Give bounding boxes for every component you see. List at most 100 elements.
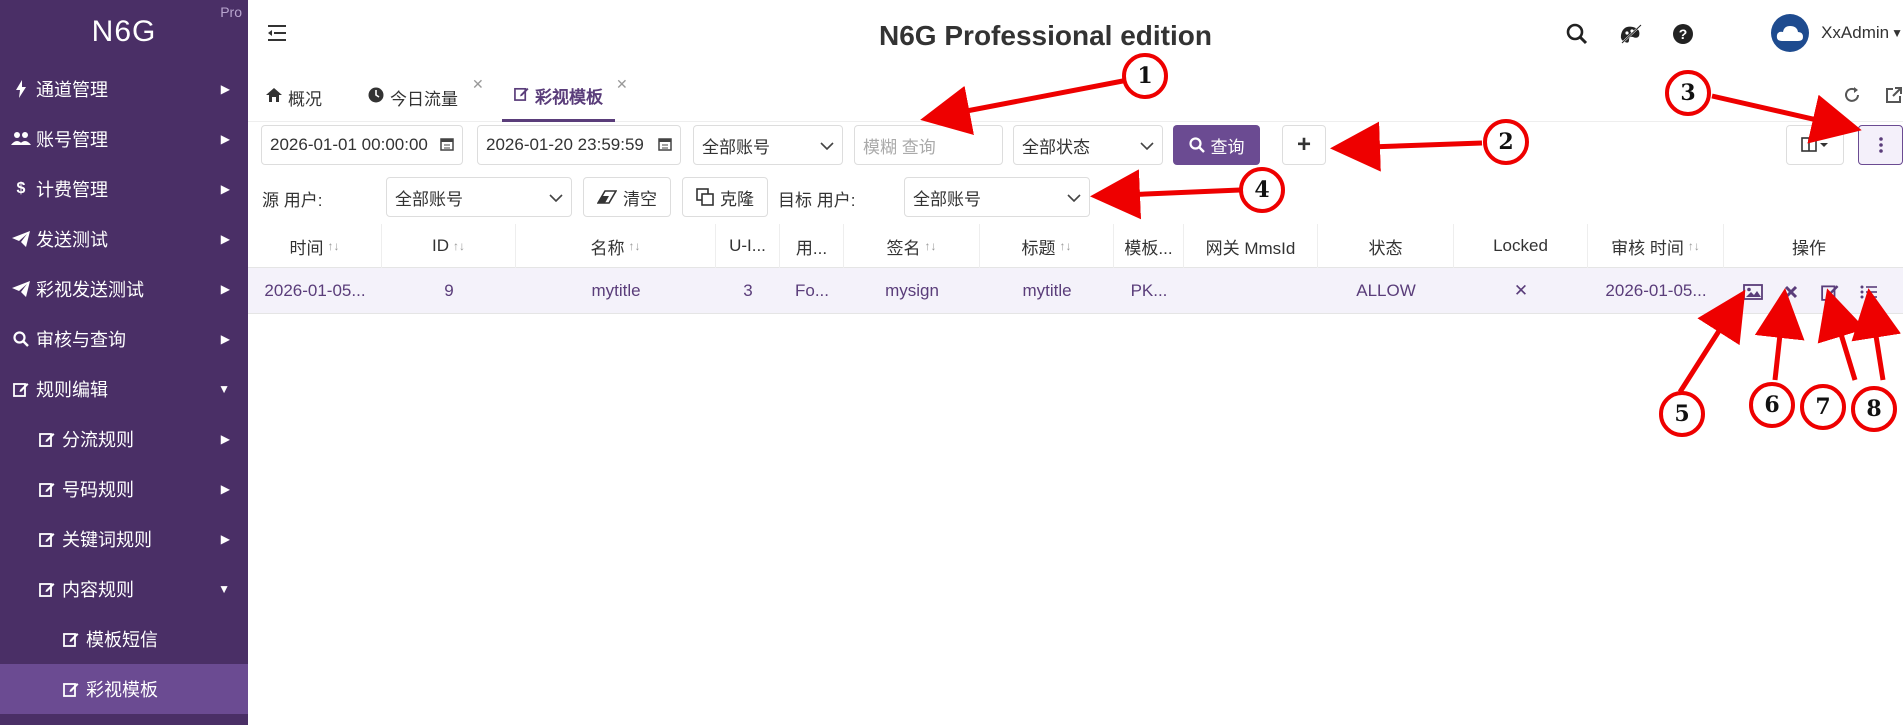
callout-3: 3 xyxy=(1665,70,1711,116)
col-header-status[interactable]: 状态 xyxy=(1318,224,1454,268)
source-user-select[interactable]: 全部账号 xyxy=(386,177,572,217)
clear-button-label: 清空 xyxy=(623,189,657,209)
calendar-icon xyxy=(658,137,672,154)
tab-label: 今日流量 xyxy=(390,89,458,109)
search-input[interactable]: 模糊 查询 xyxy=(854,125,1003,165)
chevron-down-icon xyxy=(1067,189,1081,205)
sidebar-item-accounts[interactable]: 账号管理 ▶ xyxy=(0,114,248,164)
start-time-field[interactable]: 2026-01-01 00:00:00 xyxy=(261,125,463,165)
col-header-sign[interactable]: 签名 ↑↓ xyxy=(844,224,980,268)
caret-down-icon: ▼ xyxy=(1891,26,1903,40)
col-header-time[interactable]: 时间 ↑↓ xyxy=(248,224,382,268)
calendar-icon xyxy=(440,137,454,154)
sort-icon: ↑↓ xyxy=(1059,239,1072,253)
target-user-label: 目标 用户: xyxy=(778,191,856,210)
tab-overview[interactable]: 概况 xyxy=(266,72,322,122)
caret-down-icon: ▼ xyxy=(218,582,230,596)
edit-icon xyxy=(60,631,82,647)
sidebar-item-number-rules[interactable]: 号码规则 ▶ xyxy=(0,464,248,514)
sidebar-item-mms-send-test[interactable]: 彩视发送测试 ▶ xyxy=(0,264,248,314)
table-row[interactable]: 2026-01-05... 9 mytitle 3 Fo... mysign m… xyxy=(248,268,1903,314)
target-user-select[interactable]: 全部账号 xyxy=(904,177,1090,217)
col-header-label: 模板... xyxy=(1124,238,1173,258)
col-header-template[interactable]: 模板... xyxy=(1114,224,1184,268)
edit-icon xyxy=(514,86,529,105)
cell-name: mytitle xyxy=(591,281,641,300)
cell-template: PK... xyxy=(1130,281,1168,300)
sidebar-item-template-sms[interactable]: 模板短信 xyxy=(0,614,248,664)
account-select-value: 全部账号 xyxy=(702,137,770,157)
add-button[interactable]: + xyxy=(1282,125,1326,165)
sidebar-item-routing-rules[interactable]: 分流规则 ▶ xyxy=(0,414,248,464)
external-link-icon[interactable] xyxy=(1885,86,1903,109)
clear-button[interactable]: 清空 xyxy=(583,177,671,217)
caret-right-icon: ▶ xyxy=(220,482,230,496)
cell-id: 9 xyxy=(444,281,454,300)
chevron-down-icon xyxy=(1140,137,1154,153)
sidebar-item-rule-edit[interactable]: 规则编辑 ▼ xyxy=(0,364,248,414)
dollar-icon: $ xyxy=(16,180,26,197)
close-icon[interactable]: ✕ xyxy=(472,76,484,93)
sidebar-item-channel[interactable]: 通道管理 ▶ xyxy=(0,64,248,114)
cell-ui: 3 xyxy=(743,281,753,300)
caret-right-icon: ▶ xyxy=(220,82,230,96)
col-header-label: 状态 xyxy=(1368,238,1403,258)
sidebar-item-keyword-rules[interactable]: 关键词规则 ▶ xyxy=(0,514,248,564)
edit-icon[interactable] xyxy=(1819,281,1841,303)
caret-right-icon: ▶ xyxy=(220,432,230,446)
status-select[interactable]: 全部状态 xyxy=(1013,125,1163,165)
col-header-usage[interactable]: 用... xyxy=(780,224,844,268)
copy-icon xyxy=(696,188,714,206)
col-header-id[interactable]: ID ↑↓ xyxy=(382,224,516,268)
sidebar-item-label: 彩视模板 xyxy=(86,680,158,700)
search-icon[interactable] xyxy=(1563,20,1591,48)
sidebar-item-label: 分流规则 xyxy=(62,430,134,450)
sidebar-item-billing[interactable]: $ 计费管理 ▶ xyxy=(0,164,248,214)
clone-button-label: 克隆 xyxy=(720,189,754,209)
sidebar-item-review[interactable]: 审核与查询 ▶ xyxy=(0,314,248,364)
tab-today-traffic[interactable]: 今日流量 ✕ xyxy=(368,72,484,122)
col-header-actions: 操作 xyxy=(1724,224,1894,268)
sort-icon: ↑↓ xyxy=(628,239,641,253)
sidebar-item-send-test[interactable]: 发送测试 ▶ xyxy=(0,214,248,264)
svg-text:?: ? xyxy=(1679,26,1688,42)
callout-8: 8 xyxy=(1851,386,1897,432)
caret-right-icon: ▶ xyxy=(220,182,230,196)
col-header-name[interactable]: 名称 ↑↓ xyxy=(516,224,716,268)
col-header-locked[interactable]: Locked xyxy=(1454,224,1588,268)
theme-palette-icon[interactable] xyxy=(1617,20,1645,48)
query-button[interactable]: 查询 xyxy=(1173,125,1260,165)
plus-icon: + xyxy=(1296,131,1311,158)
delete-icon[interactable] xyxy=(1780,281,1802,303)
pro-badge: Pro xyxy=(220,4,242,20)
refresh-icon[interactable] xyxy=(1843,86,1861,109)
account-select[interactable]: 全部账号 xyxy=(693,125,843,165)
table-header: 时间 ↑↓ ID ↑↓ 名称 ↑↓ U-I... 用... 签名 ↑↓ 标题 ↑↓ 模板.… xyxy=(248,224,1903,268)
callout-6: 6 xyxy=(1749,382,1795,428)
sidebar-item-content-rules[interactable]: 内容规则 ▼ xyxy=(0,564,248,614)
end-time-field[interactable]: 2026-01-20 23:59:59 xyxy=(477,125,681,165)
col-header-title[interactable]: 标题 ↑↓ xyxy=(980,224,1114,268)
chevron-down-icon xyxy=(549,189,563,205)
more-vertical-icon xyxy=(1878,137,1883,153)
sidebar-item-mms-template[interactable]: 彩视模板 xyxy=(0,664,248,714)
caret-down-icon: ▼ xyxy=(218,382,230,396)
paper-plane-icon xyxy=(10,281,32,297)
brand-logo[interactable]: N6G xyxy=(92,15,157,49)
list-icon[interactable] xyxy=(1858,281,1880,303)
tab-mms-template[interactable]: 彩视模板 ✕ xyxy=(502,72,628,122)
clone-button[interactable]: 克隆 xyxy=(682,177,768,217)
callout-7: 7 xyxy=(1800,384,1846,430)
col-header-review-time[interactable]: 审核 时间 ↑↓ xyxy=(1588,224,1724,268)
help-icon[interactable]: ? xyxy=(1669,20,1697,48)
paper-plane-icon xyxy=(10,231,32,247)
col-header-ui[interactable]: U-I... xyxy=(716,224,780,268)
home-icon xyxy=(266,88,282,106)
user-menu[interactable]: XxAdmin ▼ xyxy=(1771,14,1903,52)
more-options-button[interactable] xyxy=(1858,125,1903,165)
col-header-label: 时间 xyxy=(289,238,324,258)
col-header-mmsid[interactable]: 网关 MmsId xyxy=(1184,224,1318,268)
image-preview-icon[interactable] xyxy=(1742,281,1764,303)
column-toggle-button[interactable] xyxy=(1786,125,1844,165)
close-icon[interactable]: ✕ xyxy=(616,76,628,93)
